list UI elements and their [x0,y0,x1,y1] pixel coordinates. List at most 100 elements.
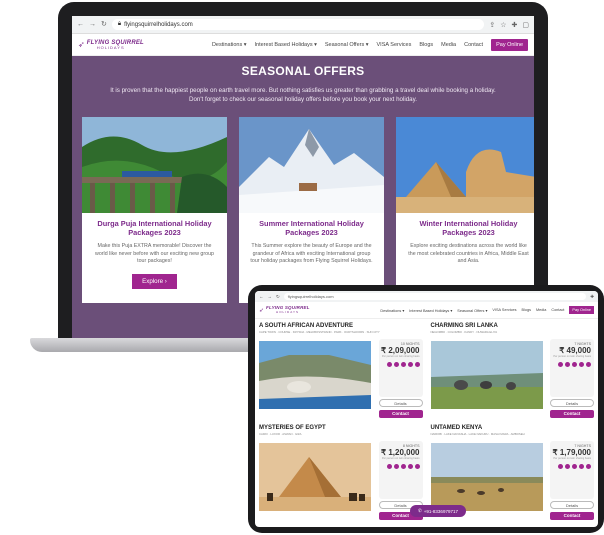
offer-card-summer[interactable]: Summer International Holiday Packages 20… [239,117,384,303]
url-text: flyingsquirrelholidays.com [124,21,193,28]
nav-destinations[interactable]: Destinations ▾ [380,308,404,313]
contact-button[interactable]: Contact [550,512,594,520]
amenity-icons [550,463,591,469]
savanna-image [430,443,543,511]
reload-icon[interactable]: ↻ [101,21,107,28]
whatsapp-number: +91-8336979717 [423,508,458,514]
amenity-icons [550,361,591,367]
card-title: Summer International Holiday Packages 20… [259,219,364,237]
nav-visa[interactable]: VISA Services [492,308,516,312]
nav-media[interactable]: Media [441,42,456,48]
flight-icon [558,361,563,367]
offer-card-winter[interactable]: Winter International Holiday Packages 20… [396,117,534,303]
snowy-mountain-image [239,117,384,213]
details-button[interactable]: Details [378,399,423,407]
back-icon[interactable]: ← [77,21,84,28]
site-logo[interactable]: FLYING SQUIRREL HOLIDAYS [87,40,144,50]
star-icon[interactable]: ☆ [500,21,506,29]
flight-icon [386,463,392,469]
extensions-icon[interactable]: ✚ [512,21,518,29]
package-title: UNTAMED KENYA [430,425,483,431]
nav-interest-based[interactable]: Interest Based Holidays ▾ [409,308,452,313]
meal-icon [400,463,406,469]
tablet-address-bar[interactable]: flyingsquirrelholidays.com [283,293,587,300]
nav-interest-based[interactable]: Interest Based Holidays ▾ [255,42,317,48]
nav-contact[interactable]: Contact [464,42,483,48]
price-box: 8 NIGHTS ₹ 1,20,000 Per person on twin s… [378,441,423,499]
pyramid-camels-image [259,443,371,511]
details-button[interactable]: Details [550,501,594,509]
forward-icon[interactable]: → [89,21,96,28]
sightseeing-icon [414,463,420,469]
squirrel-logo-icon: ➶ [78,40,85,49]
card-text: This Summer explore the beauty of Europe… [250,243,373,264]
details-button[interactable]: Details [550,399,594,407]
package-card-south-africa[interactable]: A SOUTH AFRICAN ADVENTURE CAPE TOWN · CO… [259,323,423,421]
hotel-icon [393,463,399,469]
site-logo[interactable]: FLYING SQUIRREL HOLIDAYS [266,306,310,314]
price-note: Per person on twin sharing basis [381,355,420,358]
card-text: Make this Puja EXTRA memorable! Discover… [95,243,214,264]
section-title: SEASONAL OFFERS [241,64,365,78]
package-price: ₹ 49,000 [559,346,591,355]
sightseeing-icon [586,463,591,469]
package-price: ₹ 2,09,000 [381,346,420,355]
nav-seasonal-offers[interactable]: Seasonal Offers ▾ [457,308,487,313]
nav-destinations[interactable]: Destinations ▾ [212,42,247,48]
hotel-icon [393,361,399,367]
package-title: MYSTERIES OF EGYPT [259,425,326,431]
transfer-icon [579,361,584,367]
explore-button[interactable]: Explore › [132,273,177,289]
tablet-site-header: ➶ FLYING SQUIRREL HOLIDAYS Destinations … [255,302,598,319]
cape-town-image [259,341,371,409]
nav-seasonal-offers[interactable]: Seasonal Offers ▾ [325,42,369,48]
package-route: NAIROBI · LAKE NAIVASHA · LAKE NAKURU · … [430,432,525,436]
amenity-icons [379,361,420,367]
sightseeing-icon [586,361,591,367]
pay-online-button[interactable]: Pay Online [569,306,594,314]
card-text: Explore exciting destinations across the… [408,243,529,264]
lock-icon: 🔒︎ [117,21,122,27]
flight-icon [558,463,563,469]
browser-toolbar: ← → ↻ 🔒︎ flyingsquirrelholidays.com ⇪ ☆ … [72,16,534,34]
transfer-icon [407,463,413,469]
amenity-icons [379,463,420,469]
pay-online-button[interactable]: Pay Online [491,38,528,51]
whatsapp-button[interactable]: ✆ +91-8336979717 [410,505,466,517]
nav-blogs[interactable]: Blogs [521,308,531,312]
tablet-screen: ← → ↻ flyingsquirrelholidays.com ✚ ➶ FLY… [255,291,598,527]
address-bar[interactable]: 🔒︎ flyingsquirrelholidays.com [111,19,485,30]
window-icon[interactable]: ▢ [522,21,529,29]
nav-visa[interactable]: VISA Services [377,42,412,48]
extensions-icon[interactable]: ✚ [590,294,594,300]
sightseeing-icon [414,361,420,367]
package-card-egypt[interactable]: MYSTERIES OF EGYPT CAIRO · LUXOR · ASWAN… [259,425,423,523]
contact-button[interactable]: Contact [550,410,594,418]
meal-icon [400,361,406,367]
meal-icon [572,463,577,469]
reload-icon[interactable]: ↻ [276,294,280,300]
price-box: 10 NIGHTS ₹ 2,09,000 Per person on twin … [378,339,423,397]
tablet-browser-toolbar: ← → ↻ flyingsquirrelholidays.com ✚ [255,291,598,302]
tablet-main-nav: Destinations ▾ Interest Based Holidays ▾… [380,306,594,314]
back-icon[interactable]: ← [259,294,264,299]
sphinx-pyramid-image [396,117,534,213]
package-price: ₹ 1,20,000 [381,448,420,457]
hotel-icon [565,463,570,469]
contact-button[interactable]: Contact [378,410,423,418]
price-box: 7 NIGHTS ₹ 1,79,000 Per person on twin s… [550,441,594,499]
nav-blogs[interactable]: Blogs [419,42,433,48]
offer-card-durga-puja[interactable]: Durga Puja International Holiday Package… [82,117,227,303]
nav-contact[interactable]: Contact [551,308,564,312]
package-card-sri-lanka[interactable]: CHARMING SRI LANKA NEGOMBO · COLOMBO · K… [430,323,594,421]
package-title: A SOUTH AFRICAN ADVENTURE [259,323,353,329]
card-title: Durga Puja International Holiday Package… [97,219,212,237]
share-icon[interactable]: ⇪ [489,21,495,29]
nav-media[interactable]: Media [536,308,546,312]
package-route: NEGOMBO · COLOMBO · KANDY · NUWARA ELIYA [430,330,498,334]
site-header: ➶ FLYING SQUIRREL HOLIDAYS Destinations … [72,34,534,56]
package-title: CHARMING SRI LANKA [430,323,498,329]
main-nav: Destinations ▾ Interest Based Holidays ▾… [212,38,528,51]
price-note: Per person on twin sharing basis [553,457,591,460]
forward-icon[interactable]: → [268,294,273,299]
